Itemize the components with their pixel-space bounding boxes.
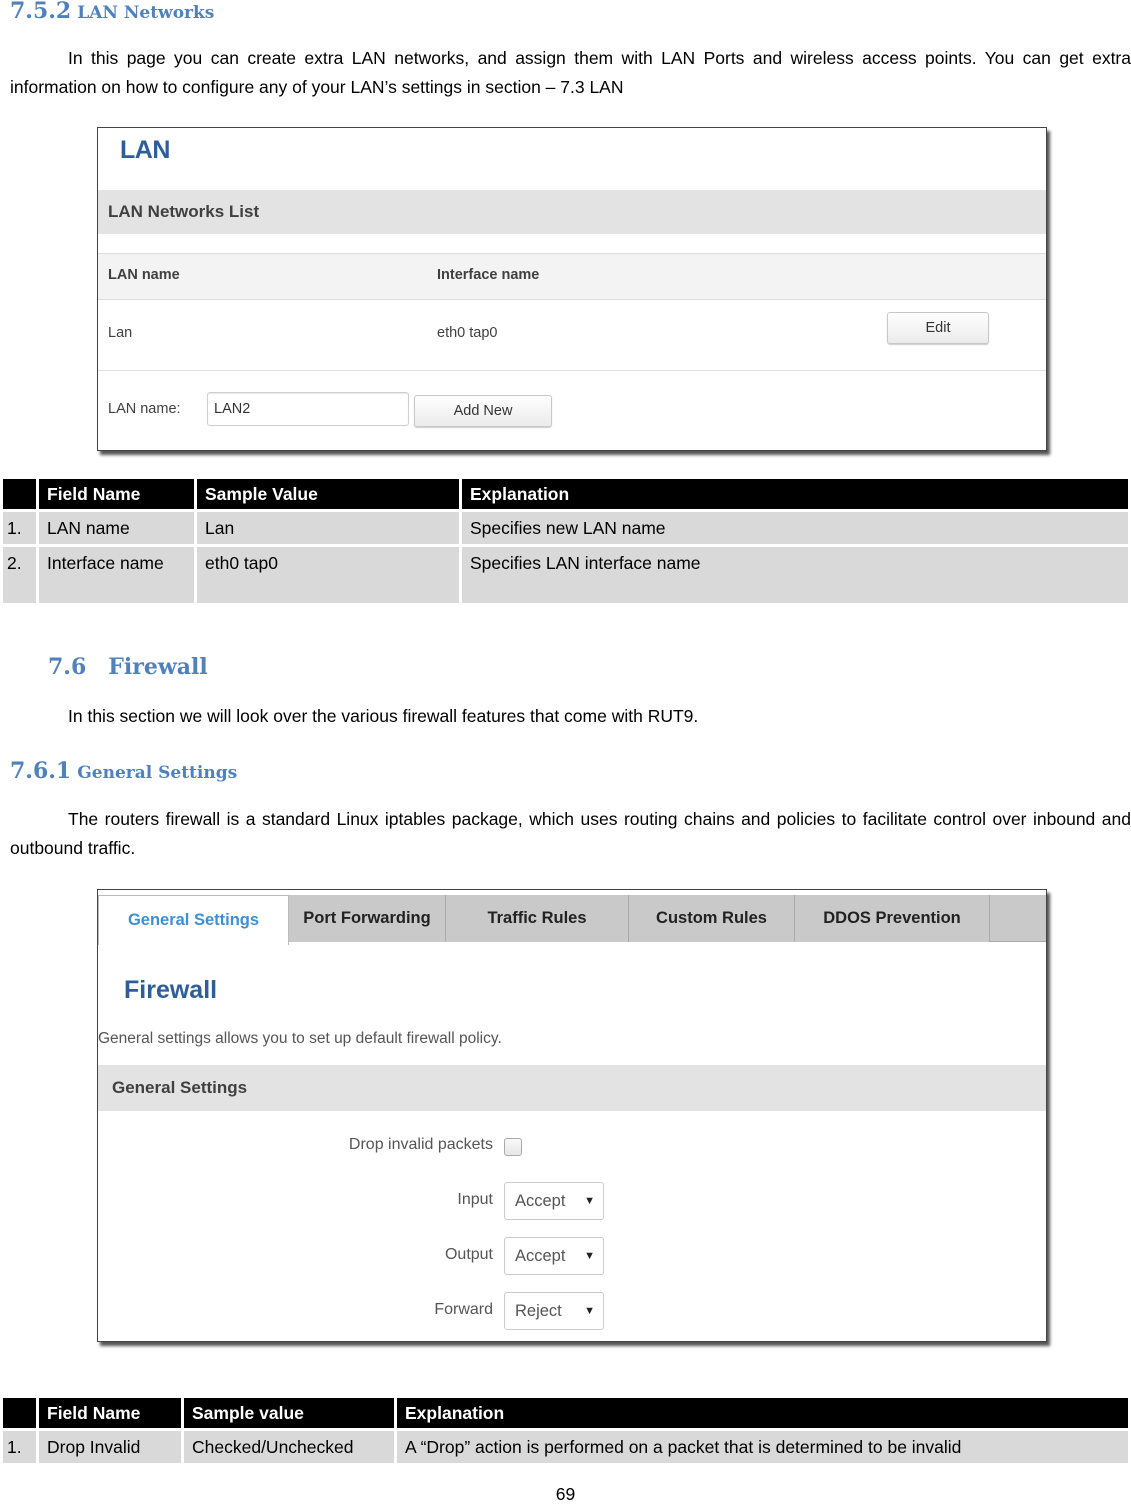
lan-page-title: LAN — [120, 136, 170, 164]
header-field-name: Field Name — [39, 1398, 181, 1428]
output-label: Output — [444, 1246, 493, 1263]
add-new-button[interactable]: Add New — [414, 395, 552, 427]
forward-label: Forward — [434, 1301, 493, 1318]
sample-value: Checked/Unchecked — [184, 1428, 394, 1463]
header-explanation: Explanation — [397, 1398, 1128, 1428]
header-number — [3, 1398, 36, 1428]
general-settings-paragraph: The routers firewall is a standard Linux… — [10, 809, 1131, 858]
header-sample-value: Sample value — [184, 1398, 394, 1428]
field-name: Drop Invalid — [39, 1428, 181, 1463]
interface-name-cell: eth0 tap0 — [437, 325, 498, 341]
tab-general-settings[interactable]: General Settings — [98, 895, 289, 945]
firewall-tabs: General Settings Port Forwarding Traffic… — [98, 895, 1046, 945]
firewall-paragraph: In this section we will look over the va… — [68, 706, 699, 726]
section-number: 7.6.1 — [10, 758, 72, 784]
lan-networks-list-header: LAN Networks List — [98, 190, 1046, 234]
header-explanation: Explanation — [462, 479, 1128, 509]
input-policy-select[interactable]: Accept ▼ — [504, 1182, 604, 1220]
dropdown-arrow-icon: ▼ — [584, 1250, 595, 1262]
section-number: 7.6 — [48, 654, 87, 680]
row-divider — [98, 370, 1046, 371]
row-number: 1. — [3, 509, 36, 544]
row-number: 2. — [3, 544, 36, 603]
input-label: Input — [457, 1191, 493, 1208]
section-heading-general-settings: 7.6.1 General Settings — [10, 758, 237, 784]
forward-policy-select[interactable]: Reject ▼ — [504, 1292, 604, 1330]
header-number — [3, 479, 36, 509]
explanation: Specifies new LAN name — [462, 509, 1128, 544]
tab-port-forwarding[interactable]: Port Forwarding — [289, 895, 446, 942]
explanation: Specifies LAN interface name — [462, 544, 1128, 603]
column-lan-name: LAN name — [108, 267, 180, 283]
section-title: General Settings — [77, 763, 238, 783]
tab-custom-rules[interactable]: Custom Rules — [629, 895, 795, 942]
output-policy-select[interactable]: Accept ▼ — [504, 1237, 604, 1275]
sample-value: Lan — [197, 509, 459, 544]
row-number: 1. — [3, 1428, 36, 1463]
explanation: A “Drop” action is performed on a packet… — [397, 1428, 1128, 1463]
lan-name-cell: Lan — [108, 325, 133, 341]
table-row: 2. Interface name eth0 tap0 Specifies LA… — [3, 544, 1128, 603]
table-header-row: Field Name Sample value Explanation — [3, 1398, 1128, 1428]
dropdown-arrow-icon: ▼ — [584, 1195, 595, 1207]
firewall-fields-table: Field Name Sample value Explanation 1. D… — [0, 1398, 1131, 1463]
header-sample-value: Sample Value — [197, 479, 459, 509]
edit-button[interactable]: Edit — [887, 312, 989, 344]
drop-invalid-checkbox[interactable] — [504, 1138, 522, 1156]
firewall-screenshot: General Settings Port Forwarding Traffic… — [97, 889, 1047, 1342]
section-heading-lan-networks: 7.5.2 LAN Networks — [10, 0, 214, 24]
lan-networks-paragraph: In this page you can create extra LAN ne… — [10, 48, 1131, 97]
table-row: 1. Drop Invalid Checked/Unchecked A “Dro… — [3, 1428, 1128, 1463]
table-header-row: Field Name Sample Value Explanation — [3, 479, 1128, 509]
firewall-page-title: Firewall — [124, 976, 218, 1004]
lan-name-label: LAN name: — [108, 401, 181, 417]
general-settings-header: General Settings — [98, 1065, 1046, 1111]
section-title: Firewall — [108, 654, 208, 680]
lan-name-input[interactable]: LAN2 — [207, 392, 409, 426]
table-row: 1. LAN name Lan Specifies new LAN name — [3, 509, 1128, 544]
dropdown-arrow-icon: ▼ — [584, 1305, 595, 1317]
tab-traffic-rules[interactable]: Traffic Rules — [446, 895, 629, 942]
column-interface-name: Interface name — [437, 267, 540, 283]
field-name: LAN name — [39, 509, 194, 544]
firewall-description: General settings allows you to set up de… — [98, 1030, 502, 1047]
lan-fields-table: Field Name Sample Value Explanation 1. L… — [0, 479, 1131, 603]
drop-invalid-label: Drop invalid packets — [348, 1136, 493, 1153]
section-heading-firewall: 7.6 Firewall — [48, 654, 208, 680]
tab-ddos-prevention[interactable]: DDOS Prevention — [795, 895, 990, 942]
section-number: 7.5.2 — [10, 0, 72, 24]
lan-table-header: LAN name Interface name — [98, 253, 1046, 300]
section-title: LAN Networks — [77, 3, 215, 23]
field-name: Interface name — [39, 544, 194, 603]
page-number: 69 — [555, 1484, 576, 1504]
header-field-name: Field Name — [39, 479, 194, 509]
lan-screenshot: LAN LAN Networks List LAN name Interface… — [97, 127, 1047, 451]
sample-value: eth0 tap0 — [197, 544, 459, 603]
